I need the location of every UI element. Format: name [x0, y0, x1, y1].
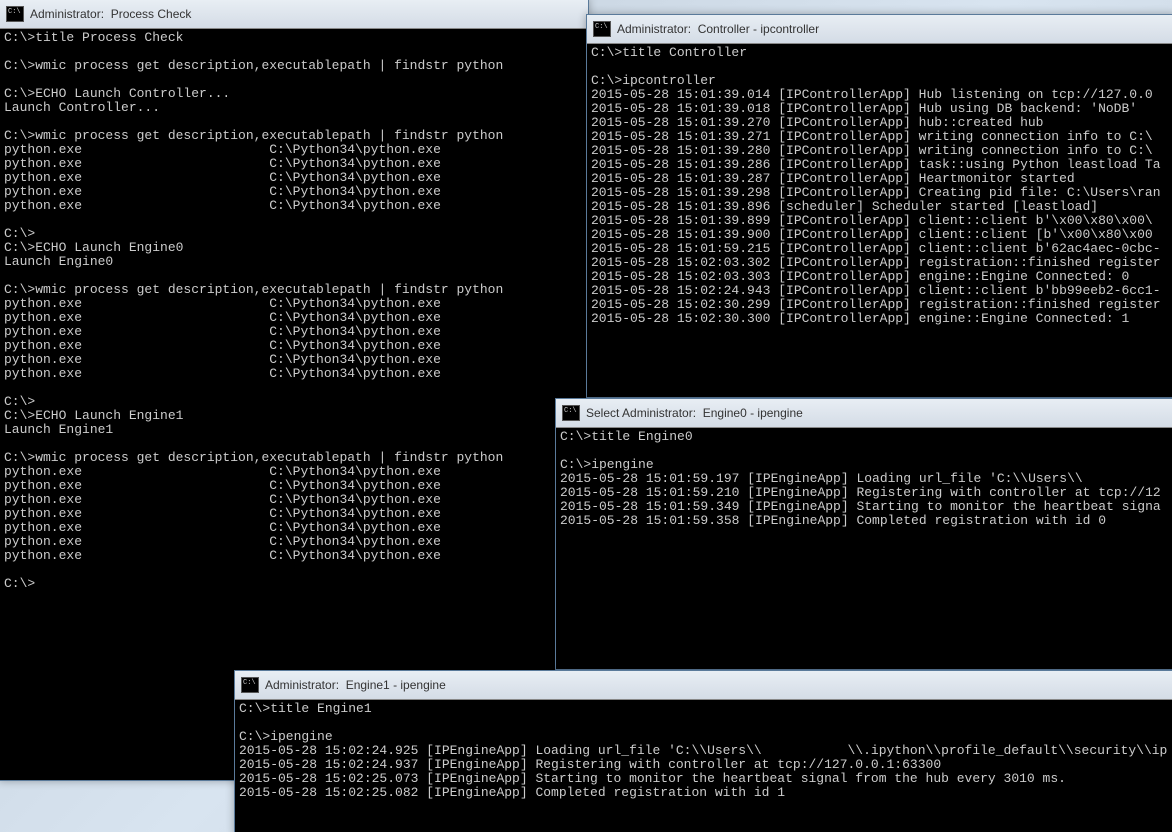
terminal-line: python.exe C:\Python34\python.exe	[4, 157, 584, 171]
terminal-line: C:\>wmic process get description,executa…	[4, 283, 584, 297]
terminal-line: python.exe C:\Python34\python.exe	[4, 549, 584, 563]
cmd-icon	[562, 405, 580, 421]
terminal-line: python.exe C:\Python34\python.exe	[4, 521, 584, 535]
terminal-line: Launch Engine0	[4, 255, 584, 269]
terminal-line	[4, 115, 584, 129]
terminal-line: python.exe C:\Python34\python.exe	[4, 479, 584, 493]
terminal-line: 2015-05-28 15:02:30.300 [IPControllerApp…	[591, 312, 1171, 326]
terminal-line: 2015-05-28 15:02:24.943 [IPControllerApp…	[591, 284, 1171, 298]
terminal-line: 2015-05-28 15:01:39.018 [IPControllerApp…	[591, 102, 1171, 116]
window-title: Administrator: Controller - ipcontroller	[617, 22, 819, 36]
terminal-line: 2015-05-28 15:01:39.298 [IPControllerApp…	[591, 186, 1171, 200]
terminal-controller[interactable]: C:\>title ControllerC:\>ipcontroller2015…	[587, 44, 1172, 328]
terminal-line: 2015-05-28 15:01:59.358 [IPEngineApp] Co…	[560, 514, 1172, 528]
terminal-line: 2015-05-28 15:01:39.896 [scheduler] Sche…	[591, 200, 1171, 214]
terminal-line: python.exe C:\Python34\python.exe	[4, 171, 584, 185]
window-title: Select Administrator: Engine0 - ipengine	[586, 406, 803, 420]
terminal-line: python.exe C:\Python34\python.exe	[4, 535, 584, 549]
terminal-line: C:\>ipengine	[239, 730, 1171, 744]
titlebar-engine0[interactable]: Select Administrator: Engine0 - ipengine	[556, 399, 1172, 428]
terminal-line: C:\>	[4, 577, 584, 591]
terminal-line: python.exe C:\Python34\python.exe	[4, 297, 584, 311]
titlebar-engine1[interactable]: Administrator: Engine1 - ipengine	[235, 671, 1172, 700]
terminal-line	[4, 213, 584, 227]
terminal-line	[591, 60, 1171, 74]
titlebar-controller[interactable]: Administrator: Controller - ipcontroller	[587, 15, 1172, 44]
terminal-line: python.exe C:\Python34\python.exe	[4, 353, 584, 367]
terminal-line: C:\>title Process Check	[4, 31, 584, 45]
terminal-line: python.exe C:\Python34\python.exe	[4, 185, 584, 199]
cmd-icon	[6, 6, 24, 22]
terminal-line: C:\>ECHO Launch Controller...	[4, 87, 584, 101]
terminal-line	[4, 45, 584, 59]
terminal-line: C:\>	[4, 395, 584, 409]
terminal-line: 2015-05-28 15:01:59.349 [IPEngineApp] St…	[560, 500, 1172, 514]
terminal-line: python.exe C:\Python34\python.exe	[4, 143, 584, 157]
window-title: Administrator: Engine1 - ipengine	[265, 678, 446, 692]
terminal-line: 2015-05-28 15:02:25.082 [IPEngineApp] Co…	[239, 786, 1171, 800]
titlebar-process-check[interactable]: Administrator: Process Check	[0, 0, 588, 29]
terminal-line: 2015-05-28 15:02:30.299 [IPControllerApp…	[591, 298, 1171, 312]
terminal-line: 2015-05-28 15:01:39.286 [IPControllerApp…	[591, 158, 1171, 172]
terminal-line: C:\>ipengine	[560, 458, 1172, 472]
terminal-line: python.exe C:\Python34\python.exe	[4, 367, 584, 381]
terminal-line: python.exe C:\Python34\python.exe	[4, 311, 584, 325]
terminal-line: C:\>ipcontroller	[591, 74, 1171, 88]
terminal-engine1[interactable]: C:\>title Engine1C:\>ipengine2015-05-28 …	[235, 700, 1172, 802]
terminal-line: python.exe C:\Python34\python.exe	[4, 507, 584, 521]
window-engine1[interactable]: Administrator: Engine1 - ipengine C:\>ti…	[234, 670, 1172, 832]
cmd-icon	[593, 21, 611, 37]
terminal-line	[4, 563, 584, 577]
terminal-line: C:\>ECHO Launch Engine1	[4, 409, 584, 423]
window-engine0[interactable]: Select Administrator: Engine0 - ipengine…	[555, 398, 1172, 670]
window-title: Administrator: Process Check	[30, 7, 191, 21]
terminal-line: C:\>wmic process get description,executa…	[4, 59, 584, 73]
terminal-line: 2015-05-28 15:01:59.215 [IPControllerApp…	[591, 242, 1171, 256]
terminal-line: 2015-05-28 15:01:39.280 [IPControllerApp…	[591, 144, 1171, 158]
terminal-line: python.exe C:\Python34\python.exe	[4, 325, 584, 339]
terminal-line: 2015-05-28 15:02:24.937 [IPEngineApp] Re…	[239, 758, 1171, 772]
terminal-line: Launch Engine1	[4, 423, 584, 437]
terminal-line: C:\>title Controller	[591, 46, 1171, 60]
terminal-line: 2015-05-28 15:01:59.210 [IPEngineApp] Re…	[560, 486, 1172, 500]
terminal-line: python.exe C:\Python34\python.exe	[4, 199, 584, 213]
terminal-line: 2015-05-28 15:02:25.073 [IPEngineApp] St…	[239, 772, 1171, 786]
terminal-line: 2015-05-28 15:02:24.925 [IPEngineApp] Lo…	[239, 744, 1171, 758]
terminal-line: 2015-05-28 15:01:39.271 [IPControllerApp…	[591, 130, 1171, 144]
terminal-line: C:\>title Engine0	[560, 430, 1172, 444]
terminal-line: python.exe C:\Python34\python.exe	[4, 465, 584, 479]
terminal-line: 2015-05-28 15:01:39.287 [IPControllerApp…	[591, 172, 1171, 186]
terminal-line: Launch Controller...	[4, 101, 584, 115]
terminal-line	[4, 73, 584, 87]
terminal-process-check[interactable]: C:\>title Process Check C:\>wmic process …	[0, 29, 588, 593]
terminal-line: 2015-05-28 15:01:59.197 [IPEngineApp] Lo…	[560, 472, 1172, 486]
terminal-line: python.exe C:\Python34\python.exe	[4, 493, 584, 507]
window-process-check[interactable]: Administrator: Process Check C:\>title P…	[0, 0, 589, 781]
terminal-line: 2015-05-28 15:02:03.302 [IPControllerApp…	[591, 256, 1171, 270]
terminal-line	[4, 269, 584, 283]
terminal-line: 2015-05-28 15:02:03.303 [IPControllerApp…	[591, 270, 1171, 284]
terminal-line: C:\>title Engine1	[239, 702, 1171, 716]
terminal-line: 2015-05-28 15:01:39.270 [IPControllerApp…	[591, 116, 1171, 130]
terminal-line	[4, 381, 584, 395]
window-controller[interactable]: Administrator: Controller - ipcontroller…	[586, 14, 1172, 398]
terminal-line	[239, 716, 1171, 730]
terminal-line: 2015-05-28 15:01:39.899 [IPControllerApp…	[591, 214, 1171, 228]
cmd-icon	[241, 677, 259, 693]
terminal-line: C:\>wmic process get description,executa…	[4, 129, 584, 143]
terminal-engine0[interactable]: C:\>title Engine0C:\>ipengine2015-05-28 …	[556, 428, 1172, 530]
terminal-line	[560, 444, 1172, 458]
terminal-line: 2015-05-28 15:01:39.900 [IPControllerApp…	[591, 228, 1171, 242]
terminal-line: python.exe C:\Python34\python.exe	[4, 339, 584, 353]
terminal-line	[4, 437, 584, 451]
terminal-line: C:\>ECHO Launch Engine0	[4, 241, 584, 255]
terminal-line: 2015-05-28 15:01:39.014 [IPControllerApp…	[591, 88, 1171, 102]
terminal-line: C:\>	[4, 227, 584, 241]
terminal-line: C:\>wmic process get description,executa…	[4, 451, 584, 465]
